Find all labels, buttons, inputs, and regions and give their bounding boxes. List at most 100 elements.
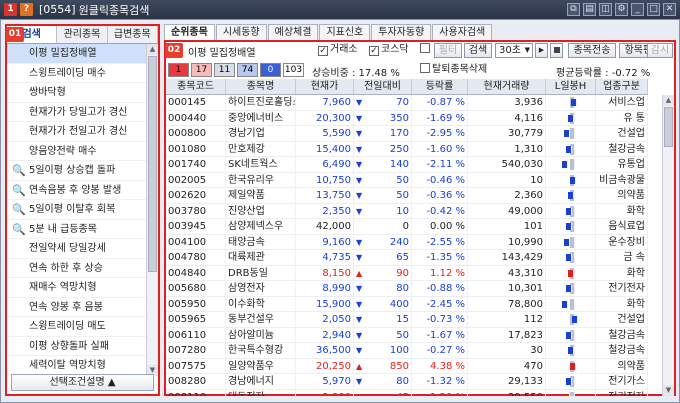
table-row[interactable]: 003780 진양산업 2,350 ▼ 10 -0.42 % 49,000 화학 <box>166 203 648 219</box>
tab-indicator[interactable]: 지표신호 <box>319 24 371 40</box>
help-icon[interactable]: ? <box>20 3 33 16</box>
tab-rank[interactable]: 순위종목 <box>164 24 215 40</box>
table-row[interactable]: 007280 한국특수형강 36,500 ▼ 100 -0.27 % 30 철강금속 <box>166 343 648 359</box>
filter-checkbox[interactable] <box>420 43 432 58</box>
triangle-down-icon: ▼ <box>356 160 363 169</box>
col-price[interactable]: 현재가 <box>296 79 354 94</box>
table-row[interactable]: 005680 삼영전자 8,990 ▼ 80 -0.88 % 10,301 전기전자 <box>166 281 648 297</box>
condition-item[interactable]: 세력이탈 역망치형 <box>7 356 148 376</box>
condition-item[interactable]: 스윙트레이딩 매도 <box>7 317 148 337</box>
condition-item[interactable]: 연속 양봉 후 음봉 <box>7 298 148 317</box>
table-row[interactable]: 005965 동부건설우 2,050 ▼ 15 -0.73 % 112 건설업 <box>166 312 648 328</box>
search-button[interactable]: 검색 <box>464 43 492 58</box>
cell-rate: -0.36 % <box>412 188 468 203</box>
table-row[interactable]: 005950 이수화학 15,900 ▼ 400 -2.45 % 78,800 화학 <box>166 296 648 312</box>
filter-button[interactable]: 필터 <box>434 43 462 58</box>
condition-item[interactable]: 현재가가 당일고가 경신 <box>7 103 148 122</box>
tab-investor[interactable]: 투자자동향 <box>371 24 432 40</box>
condition-item[interactable]: 연속 하한 후 상승 <box>7 259 148 278</box>
col-volume[interactable]: 현재거래량 <box>468 79 546 94</box>
watch-button[interactable]: 감시 <box>647 43 673 58</box>
table-row[interactable]: 002005 한국유리우 10,750 ▼ 50 -0.46 % 10 비금속광물 <box>166 172 648 188</box>
condition-item[interactable]: 이평 상향돌파 실패 <box>7 337 148 356</box>
condition-item[interactable]: 🔍 5일이평 상승캡 돌파 <box>7 161 148 181</box>
condition-item[interactable]: 쌍바닥형 <box>7 83 148 103</box>
table-row[interactable]: 007575 일양약품우 20,250 ▲ 850 4.38 % 470 의약품 <box>166 358 648 374</box>
magnifier-icon: 🔍 <box>12 203 26 216</box>
col-code[interactable]: 종목코드 <box>166 79 226 94</box>
cell-daily-range <box>546 95 596 110</box>
table-scrollbar[interactable]: ▲ ▼ <box>662 95 674 396</box>
condition-scrollbar[interactable]: ▲ ▼ <box>146 44 158 376</box>
condition-item[interactable]: 재매수 역망치형 <box>7 278 148 298</box>
range-bar <box>566 285 572 292</box>
cell-daily-range <box>546 203 596 218</box>
change-value: 400 <box>389 298 409 310</box>
close-icon[interactable]: ✕ <box>663 3 676 16</box>
table-row[interactable]: 003945 삼양제넥스우 42,000 0 0.00 % 101 음식료업 <box>166 219 648 235</box>
kosdaq-checkbox[interactable]: ✓ 코스닥 <box>369 43 409 58</box>
col-daily-range[interactable]: L일봉H <box>546 79 596 94</box>
cell-code: 008110 <box>166 389 226 396</box>
col-name[interactable]: 종목명 <box>226 79 296 94</box>
condition-item-label: 현재가가 당일고가 경신 <box>29 106 128 118</box>
condition-item[interactable]: 양음양전략 매수 <box>7 142 148 161</box>
tab-expected[interactable]: 예상체결 <box>267 24 319 40</box>
triangle-down-icon: ▼ <box>356 377 363 386</box>
table-row[interactable]: 000800 경남기업 5,590 ▼ 170 -2.95 % 30,779 건설업 <box>166 126 648 142</box>
condition-item[interactable]: 현재가가 전일고가 경신 <box>7 122 148 142</box>
play-button[interactable]: ▶ <box>535 43 548 58</box>
scroll-down-icon[interactable]: ▼ <box>663 385 674 396</box>
cell-change: ▼ 240 <box>354 234 412 249</box>
cell-price: 5,590 <box>296 126 354 141</box>
condition-item[interactable]: 🔍 5일이평 이탈후 회복 <box>7 200 148 220</box>
table-row[interactable]: 004840 DRB동일 8,150 ▲ 90 1.12 % 43,310 화학 <box>166 265 648 281</box>
capture-icon[interactable]: ◫ <box>599 3 612 16</box>
scroll-thumb[interactable] <box>664 107 673 147</box>
condition-item-label: 전일약세 당일강세 <box>29 243 106 254</box>
table-row[interactable]: 002620 제일약품 13,750 ▼ 50 -0.36 % 2,360 의약품 <box>166 188 648 204</box>
minimize-icon[interactable]: _ <box>631 3 644 16</box>
tab-managed[interactable]: 관리종목 <box>57 26 108 43</box>
settings-icon[interactable]: ⚙ <box>615 3 628 16</box>
cell-industry: 건설업 <box>596 312 648 327</box>
col-rate[interactable]: 등락률 <box>412 79 468 94</box>
table-row[interactable]: 008110대동전자3,880▲ 451.20 %29,550 전기전자 <box>166 389 648 396</box>
condition-description-button[interactable]: 선택조건설명 ▲ <box>11 374 154 391</box>
condition-item[interactable]: 전일약세 당일강세 <box>7 239 148 259</box>
table-row[interactable]: 008280 경남에너지 5,970 ▼ 80 -1.32 % 29,133 전기가스 <box>166 374 648 390</box>
cell-price: 6,490 <box>296 157 354 172</box>
condition-item[interactable]: 🔍 연속음봉 후 양봉 발생 <box>7 181 148 200</box>
interval-select[interactable]: 30초 ▼ <box>495 43 533 58</box>
print-icon[interactable]: ▤ <box>583 3 596 16</box>
tab-market-trend[interactable]: 시세동향 <box>215 24 267 40</box>
cell-industry: 전기가스 <box>596 374 648 389</box>
tab-user-search[interactable]: 사용자검색 <box>432 24 493 40</box>
cell-volume: 1,310 <box>468 141 546 156</box>
table-row[interactable]: 001740 SK네트웍스 6,490 ▼ 140 -2.11 % 540,030 유통업 <box>166 157 648 173</box>
scroll-up-icon[interactable]: ▲ <box>663 95 674 106</box>
exclude-checkbox[interactable]: 탈퇴종목삭제 <box>420 63 487 78</box>
table-row[interactable]: 001080 만호제강 15,400 ▼ 250 -1.60 % 1,310 철강금속 <box>166 141 648 157</box>
condition-item[interactable]: 스윙트레이딩 매수 <box>7 64 148 83</box>
maximize-icon[interactable]: □ <box>647 3 660 16</box>
table-row[interactable]: 000145하이트진로홀딩스우7,960▼ 70-0.87 %3,936 서비스업 <box>166 95 648 111</box>
scroll-thumb[interactable] <box>148 56 157 272</box>
col-change[interactable]: 전일대비 <box>354 79 412 94</box>
link-icon[interactable]: ⧉ <box>567 3 580 16</box>
scroll-up-icon[interactable]: ▲ <box>147 44 158 55</box>
condition-item[interactable]: 이평 밀집정배열 <box>7 44 148 64</box>
kospi-checkbox[interactable]: ✓ 거래소 <box>318 43 358 58</box>
stop-button[interactable] <box>550 43 563 58</box>
cell-name: 삼아알미늄 <box>226 327 296 342</box>
table-row[interactable]: 000440 중앙에너비스 20,300 ▼ 350 -1.69 % 4,116 유 통 <box>166 110 648 126</box>
condition-item[interactable]: 🔍 5분 내 급등종목 <box>7 220 148 239</box>
cell-price: 15,400 <box>296 141 354 156</box>
table-row[interactable]: 004100 태양금속 9,160 ▼ 240 -2.55 % 10,990 운수장비 <box>166 234 648 250</box>
tab-sudden[interactable]: 급변종목 <box>108 26 158 43</box>
col-industry[interactable]: 업종구분 <box>596 79 648 94</box>
range-bar <box>566 378 572 385</box>
table-row[interactable]: 006110 삼아알미늄 2,940 ▼ 50 -1.67 % 17,823 철강금속 <box>166 327 648 343</box>
send-stocks-button[interactable]: 종목전송 <box>568 43 616 58</box>
table-row[interactable]: 004780 대륙제관 4,735 ▼ 65 -1.35 % 143,429 금 속 <box>166 250 648 266</box>
